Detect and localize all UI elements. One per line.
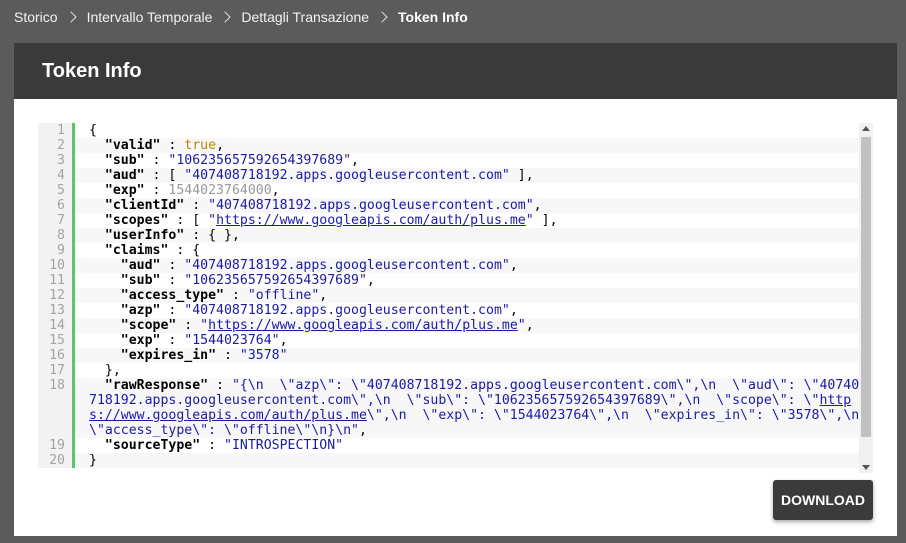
line-number: 20 [38, 453, 75, 468]
code-line: 3 "sub" : "106235657592654397689", [38, 153, 873, 168]
json-key: "access_type" [120, 288, 224, 303]
scrollbar-thumb[interactable] [861, 137, 871, 437]
line-number: 4 [38, 168, 75, 183]
breadcrumb: Storico Intervallo Temporale Dettagli Tr… [0, 0, 906, 34]
line-number: 7 [38, 213, 75, 228]
line-number: 2 [38, 138, 75, 153]
line-number: 16 [38, 348, 75, 363]
json-value: "3578" [239, 348, 288, 363]
json-brace: { [89, 123, 97, 138]
line-number: 1 [38, 123, 75, 138]
json-key: "sub" [120, 273, 161, 288]
code-line: 20 } [38, 453, 873, 468]
code-line: 13 "azp" : "407408718192.apps.googleuser… [38, 303, 873, 318]
code-line: 6 "clientId" : "407408718192.apps.google… [38, 198, 873, 213]
json-key: "exp" [120, 333, 161, 348]
breadcrumb-dettagli-transazione[interactable]: Dettagli Transazione [241, 9, 369, 25]
code-line: 8 "userInfo" : { }, [38, 228, 873, 243]
json-key: "exp" [104, 183, 145, 198]
json-value: "407408718192.apps.googleusercontent.com… [184, 168, 510, 183]
json-value: "407408718192.apps.googleusercontent.com… [184, 258, 510, 273]
code-line: 15 "exp" : "1544023764", [38, 333, 873, 348]
code-line: 19 "sourceType" : "INTROSPECTION" [38, 438, 873, 453]
page-title: Token Info [42, 59, 142, 82]
json-key: "aud" [104, 168, 145, 183]
json-key: "rawResponse" [104, 378, 209, 393]
json-value: { } [208, 228, 232, 243]
line-number: 19 [38, 438, 75, 453]
json-value: true [184, 138, 217, 153]
json-url-link[interactable]: https://www.googleapis.com/auth/plus.me [208, 318, 518, 333]
line-number: 3 [38, 153, 75, 168]
line-number: 8 [38, 228, 75, 243]
breadcrumb-intervallo-temporale[interactable]: Intervallo Temporale [87, 9, 213, 25]
line-number: 15 [38, 333, 75, 348]
code-line: 18 "rawResponse" : "{\n \"azp\": \"40740… [38, 378, 873, 438]
chevron-right-icon [219, 11, 232, 23]
json-key: "valid" [104, 138, 161, 153]
code-line: 17 }, [38, 363, 873, 378]
code-line: 16 "expires_in" : "3578" [38, 348, 873, 363]
json-code-viewer[interactable]: 1 { 2 "valid" : true, 3 "sub" : "1062356… [38, 123, 873, 473]
json-key: "azp" [120, 303, 161, 318]
json-key: "expires_in" [120, 348, 217, 363]
json-key: "userInfo" [104, 228, 185, 243]
json-key: "scope" [120, 318, 177, 333]
code-line: 14 "scope" : "https://www.googleapis.com… [38, 318, 873, 333]
line-number: 13 [38, 303, 75, 318]
json-value: "1544023764" [184, 333, 280, 348]
line-number: 9 [38, 243, 75, 258]
json-key: "clientId" [104, 198, 185, 213]
code-line: 9 "claims" : { [38, 243, 873, 258]
line-number: 17 [38, 363, 75, 378]
json-value: "106235657592654397689" [184, 273, 367, 288]
scroll-down-arrow-icon[interactable] [862, 465, 870, 470]
json-brace: } [89, 453, 97, 468]
json-value: "offline" [247, 288, 320, 303]
json-key: "sourceType" [104, 438, 201, 453]
content-panel: 1 { 2 "valid" : true, 3 "sub" : "1062356… [14, 99, 897, 536]
json-key: "scopes" [104, 213, 169, 228]
json-value: "407408718192.apps.googleusercontent.com… [208, 198, 534, 213]
page-header: Token Info [14, 43, 897, 99]
vertical-scrollbar[interactable] [859, 123, 873, 473]
json-url-link[interactable]: https://www.googleapis.com/auth/plus.me [216, 213, 526, 228]
line-number: 18 [38, 378, 75, 438]
code-line: 7 "scopes" : [ "https://www.googleapis.c… [38, 213, 873, 228]
json-value: 1544023764000 [168, 183, 272, 198]
line-number: 11 [38, 273, 75, 288]
line-number: 6 [38, 198, 75, 213]
code-line: 2 "valid" : true, [38, 138, 873, 153]
chevron-right-icon [376, 11, 388, 23]
line-number: 5 [38, 183, 75, 198]
breadcrumb-current: Token Info [398, 9, 468, 25]
code-line: 11 "sub" : "106235657592654397689", [38, 273, 873, 288]
line-number: 12 [38, 288, 75, 303]
breadcrumb-storico[interactable]: Storico [14, 9, 58, 25]
json-key: "claims" [104, 243, 169, 258]
scroll-up-arrow-icon[interactable] [862, 126, 870, 131]
line-number: 10 [38, 258, 75, 273]
json-key: "aud" [120, 258, 161, 273]
json-value: "INTROSPECTION" [224, 438, 344, 453]
download-button[interactable]: DOWNLOAD [773, 480, 873, 520]
json-value: "106235657592654397689" [168, 153, 352, 168]
code-line: 10 "aud" : "407408718192.apps.googleuser… [38, 258, 873, 273]
code-line: 4 "aud" : [ "407408718192.apps.googleuse… [38, 168, 873, 183]
line-number: 14 [38, 318, 75, 333]
json-key: "sub" [104, 153, 145, 168]
code-line: 1 { [38, 123, 873, 138]
chevron-right-icon [64, 11, 77, 23]
json-value: "407408718192.apps.googleusercontent.com… [184, 303, 510, 318]
code-line: 5 "exp" : 1544023764000, [38, 183, 873, 198]
code-line: 12 "access_type" : "offline", [38, 288, 873, 303]
